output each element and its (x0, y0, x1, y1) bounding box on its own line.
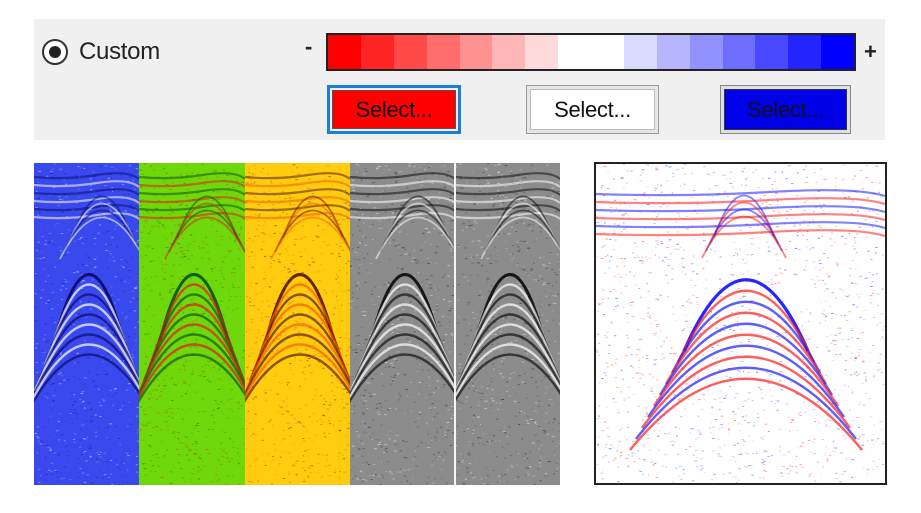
radargram-strip-gray-2 (455, 163, 560, 485)
select-mid-color-swatch: Select... (530, 89, 655, 130)
select-low-color-swatch: Select... (332, 90, 456, 129)
radargram-strip-green-image (139, 163, 245, 485)
radargram-strip-gray-1-image (350, 163, 455, 485)
radio-selected-dot-icon (49, 46, 61, 58)
radargram-strip-blue-image (34, 163, 139, 485)
ramp-cell (426, 35, 460, 69)
ramp-cell (525, 35, 559, 69)
ramp-cell (788, 35, 822, 69)
custom-radio-button[interactable] (42, 39, 68, 65)
colormap-panel: Custom - + Select... Select... Select... (34, 19, 885, 140)
radargram-strip-yellow-image (245, 163, 350, 485)
radargram-strip-blue (34, 163, 139, 485)
custom-colormap-radargram-preview (594, 162, 887, 485)
strip-divider (454, 163, 456, 485)
custom-colormap-radargram-image (596, 164, 885, 483)
color-ramp-preview (326, 33, 856, 71)
select-high-color-button[interactable]: Select... (720, 85, 851, 134)
radargram-strip-gray-2-image (455, 163, 560, 485)
ramp-max-label: + (864, 39, 877, 64)
select-mid-color-button[interactable]: Select... (526, 85, 659, 134)
ramp-cell (623, 35, 657, 69)
ramp-cell (591, 35, 624, 69)
ramp-cell (656, 35, 690, 69)
radargram-strip-gray-1 (350, 163, 455, 485)
ramp-cell (722, 35, 756, 69)
ramp-cell (459, 35, 493, 69)
ramp-cell (821, 35, 854, 69)
select-low-color-button[interactable]: Select... (327, 85, 461, 134)
select-mid-color-label: Select... (554, 96, 631, 122)
select-low-color-label: Select... (355, 96, 433, 122)
ramp-cell (328, 35, 361, 69)
custom-radio-label: Custom (79, 38, 160, 65)
ramp-cell (393, 35, 427, 69)
custom-radio-option[interactable]: Custom (42, 38, 160, 66)
radargram-strip-green (139, 163, 245, 485)
ramp-cell (689, 35, 723, 69)
select-high-color-swatch: Select... (724, 89, 847, 130)
radargram-strip-yellow (245, 163, 350, 485)
ramp-cell (360, 35, 394, 69)
select-high-color-label: Select... (747, 96, 824, 122)
ramp-cell (558, 35, 591, 69)
ramp-min-label: - (305, 34, 313, 59)
ramp-cell (755, 35, 789, 69)
ramp-cell (492, 35, 526, 69)
